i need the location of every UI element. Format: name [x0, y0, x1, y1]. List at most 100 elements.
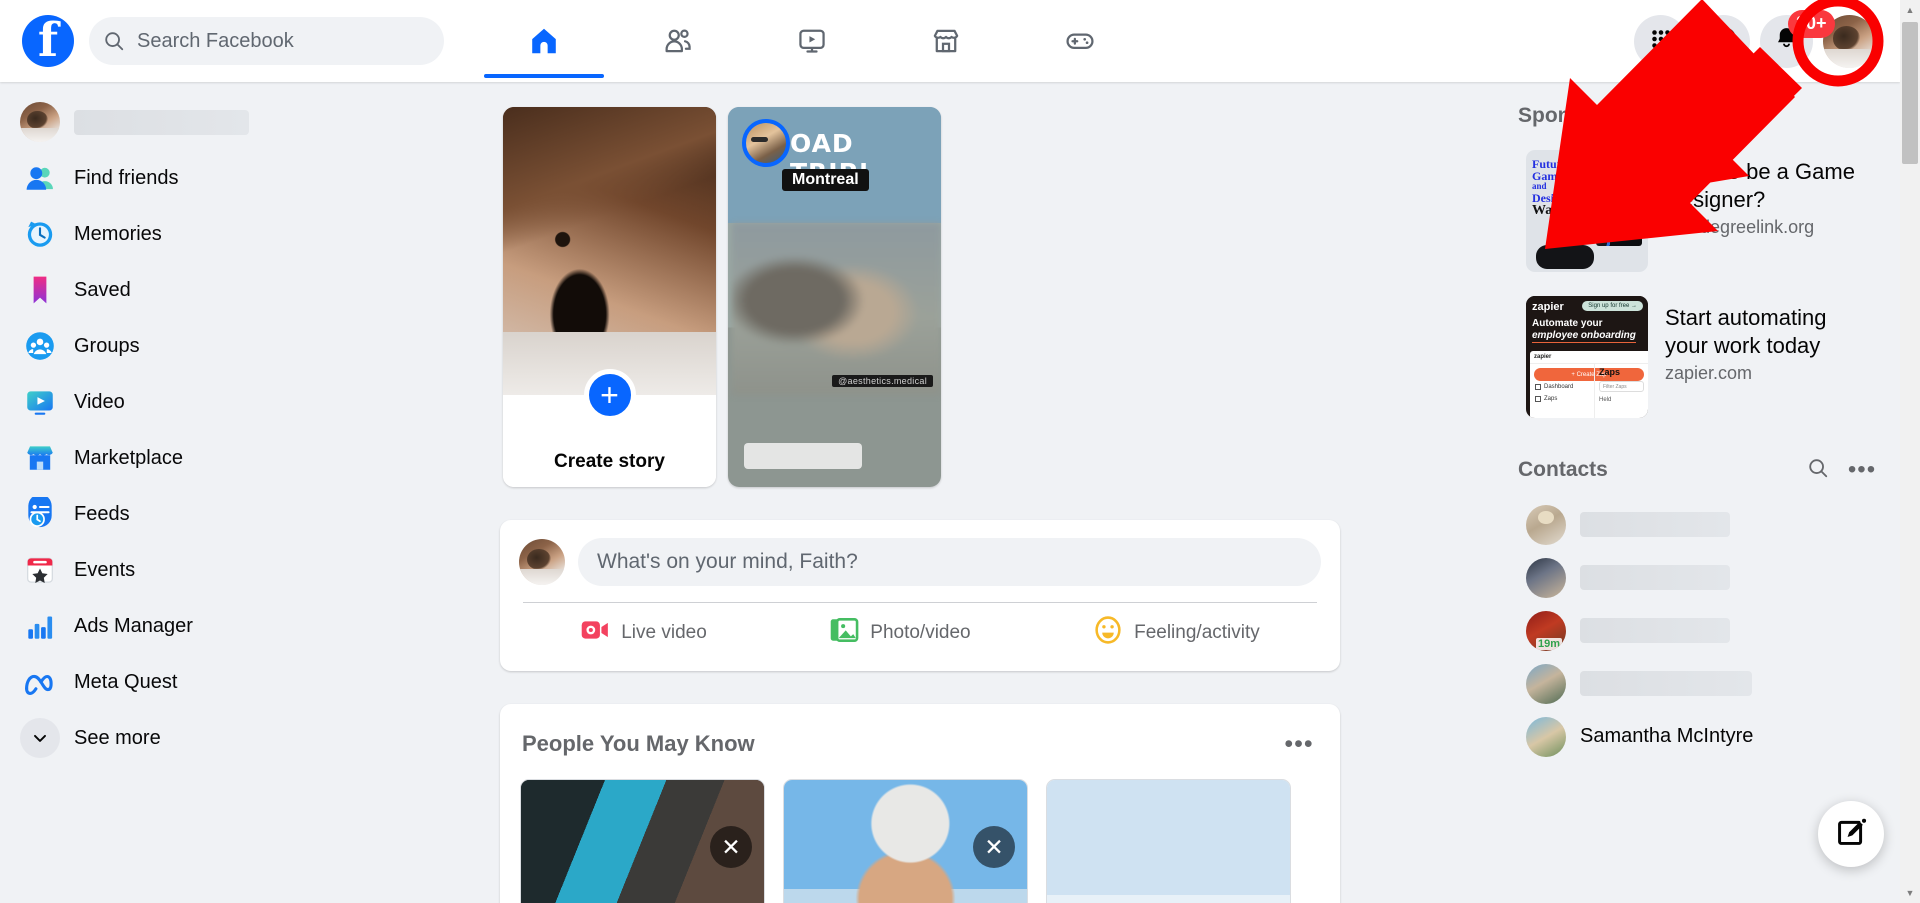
- composer-avatar: [519, 539, 565, 585]
- sidebar-item-memories[interactable]: Memories: [10, 206, 350, 262]
- nav-tab-gaming[interactable]: [1013, 5, 1147, 78]
- feeling-activity-icon: [1093, 615, 1123, 651]
- ad-thumb-line-5: Wanted!: [1532, 202, 1584, 218]
- pymk-dismiss-button[interactable]: ✕: [710, 826, 752, 868]
- pymk-card[interactable]: ✕: [783, 779, 1028, 903]
- nav-tab-video[interactable]: [745, 5, 879, 78]
- top-bar-actions: 20+: [1634, 0, 1876, 82]
- sidebar-item-find-friends[interactable]: Find friends: [10, 150, 350, 206]
- sidebar-item-feeds[interactable]: Feeds: [10, 486, 350, 542]
- profile-avatar: [20, 102, 60, 142]
- search-input[interactable]: [137, 29, 430, 53]
- ad-screenshot-nav-label: Zaps: [1544, 396, 1558, 402]
- ad-url: zapier.com: [1665, 363, 1753, 383]
- pymk-photo: [1047, 780, 1290, 903]
- ad-screenshot-zaps-title: Zaps: [1599, 367, 1621, 377]
- notifications-button[interactable]: 20+: [1760, 9, 1835, 68]
- sponsored-ad[interactable]: zapier Sign up for free → Automate your …: [1518, 288, 1882, 426]
- ad-url: edu.degreelink.org: [1665, 217, 1815, 237]
- notifications-badge: 20+: [1788, 9, 1835, 38]
- find-friends-icon: [20, 158, 60, 198]
- contacts-actions: •••: [1798, 450, 1882, 490]
- sidebar-item-video[interactable]: Video: [10, 374, 350, 430]
- photo-video-button[interactable]: Photo/video: [813, 608, 986, 658]
- sidebar-item-groups[interactable]: Groups: [10, 318, 350, 374]
- pymk-dismiss-button[interactable]: ✕: [973, 826, 1015, 868]
- browser-scrollbar[interactable]: ▲ ▼: [1900, 0, 1920, 903]
- photo-video-label: Photo/video: [870, 622, 971, 643]
- pymk-card-row: ✕ ✕: [500, 769, 1340, 903]
- sidebar-item-ads-manager[interactable]: Ads Manager: [10, 598, 350, 654]
- top-navigation-bar: f Search Facebook 20+: [0, 0, 1900, 82]
- story-name-redacted: [744, 443, 862, 469]
- facebook-logo[interactable]: f: [22, 15, 74, 67]
- ad-screenshot-zaps-panel: Zaps Filter Zaps Held: [1594, 364, 1648, 418]
- sidebar-item-saved[interactable]: Saved: [10, 262, 350, 318]
- create-story-plus-icon[interactable]: +: [583, 369, 636, 421]
- menu-button[interactable]: [1634, 14, 1687, 68]
- sidebar-item-label: Video: [74, 390, 125, 413]
- sidebar-item-events[interactable]: Events: [10, 542, 350, 598]
- create-story-footer: + Create story: [503, 369, 716, 487]
- pymk-card[interactable]: ✕: [520, 779, 765, 903]
- marketplace-icon: [20, 438, 60, 478]
- sidebar-item-label: Events: [74, 558, 136, 581]
- contact-list-item[interactable]: [1518, 498, 1882, 551]
- grid-menu-icon: [1648, 26, 1674, 57]
- sidebar-item-label: Feeds: [74, 502, 130, 525]
- contacts-menu-button[interactable]: •••: [1842, 450, 1882, 490]
- feeling-activity-button[interactable]: Feeling/activity: [1077, 607, 1276, 659]
- sidebar-item-see-more[interactable]: See more: [10, 710, 350, 766]
- main-feed: + Create story OAD TRIP! Montreal @aesth…: [500, 82, 1340, 903]
- sidebar-item-profile[interactable]: [10, 94, 350, 150]
- home-icon: [529, 26, 559, 56]
- contact-list-item[interactable]: [1518, 551, 1882, 604]
- friends-icon: [663, 26, 693, 56]
- scrollbar-thumb[interactable]: [1902, 22, 1918, 164]
- composer-actions: Live video Photo/video Feeling/activity: [519, 603, 1321, 663]
- stories-tray: + Create story OAD TRIP! Montreal @aesth…: [500, 107, 1340, 487]
- sponsored-ad[interactable]: Future Game Testers and Designers Wanted…: [1518, 142, 1882, 280]
- create-story-card[interactable]: + Create story: [503, 107, 716, 487]
- ads-manager-icon: [20, 606, 60, 646]
- ad-title: Want to be a Game Designer?: [1665, 159, 1855, 212]
- meta-icon: [20, 662, 60, 702]
- ad-brand-label: zapier: [1532, 301, 1564, 313]
- pymk-card[interactable]: [1046, 779, 1291, 903]
- ad-screenshot-filter: Filter Zaps: [1599, 381, 1644, 392]
- pymk-menu-button[interactable]: •••: [1280, 725, 1318, 763]
- ad-thumb-text: Future Game Testers and Designers Wanted…: [1532, 158, 1604, 218]
- scrollbar-up-arrow[interactable]: ▲: [1900, 0, 1920, 20]
- nav-tab-friends[interactable]: [611, 5, 745, 78]
- new-message-button[interactable]: [1818, 801, 1884, 867]
- photo-video-icon: [829, 616, 859, 650]
- contact-list-item[interactable]: 19m: [1518, 604, 1882, 657]
- story-blurred-photo: [732, 223, 941, 395]
- messenger-button[interactable]: [1697, 14, 1750, 68]
- contact-last-active-badge: 19m: [1536, 637, 1563, 650]
- contact-name-redacted: [1580, 565, 1730, 590]
- scrollbar-down-arrow[interactable]: ▼: [1900, 883, 1920, 903]
- contact-name-redacted: [1580, 671, 1752, 696]
- contact-avatar: [1526, 716, 1566, 757]
- ad-screenshot-nav-label: Dashboard: [1544, 384, 1574, 390]
- nav-tab-marketplace[interactable]: [879, 5, 1013, 78]
- contact-list-item[interactable]: [1518, 657, 1882, 710]
- composer-input[interactable]: [578, 538, 1321, 586]
- live-video-button[interactable]: Live video: [564, 609, 723, 657]
- ad-body: Start automating your work today zapier.…: [1665, 296, 1874, 418]
- contact-list-item[interactable]: Samantha McIntyre: [1518, 710, 1882, 763]
- search-icon: [103, 30, 125, 52]
- video-icon: [20, 382, 60, 422]
- contacts-search-button[interactable]: [1798, 450, 1838, 490]
- pymk-header: People You May Know •••: [500, 704, 1340, 769]
- ellipsis-icon: •••: [1284, 729, 1314, 758]
- create-story-label: Create story: [554, 451, 665, 472]
- sidebar-item-meta-quest[interactable]: Meta Quest: [10, 654, 350, 710]
- nav-tab-home[interactable]: [477, 5, 611, 78]
- story-card[interactable]: OAD TRIP! Montreal @aesthetics.medical: [728, 107, 941, 487]
- sidebar-item-marketplace[interactable]: Marketplace: [10, 430, 350, 486]
- messenger-icon: [1710, 25, 1738, 58]
- contacts-header: Contacts •••: [1518, 450, 1882, 490]
- search-box[interactable]: [89, 17, 444, 65]
